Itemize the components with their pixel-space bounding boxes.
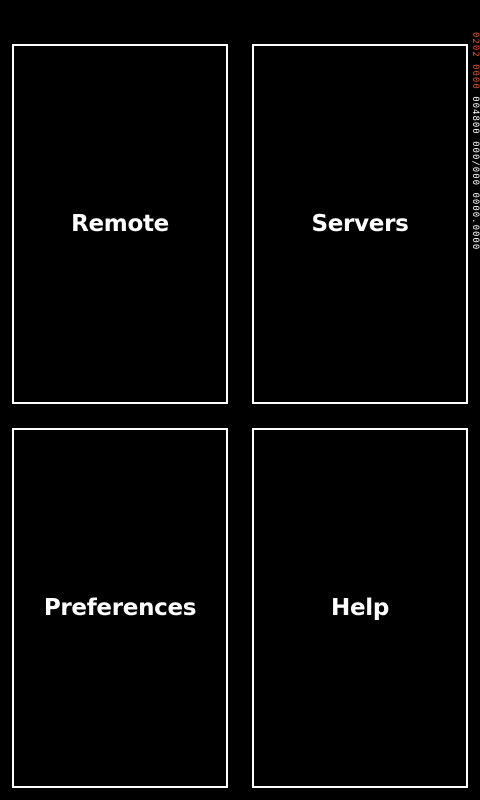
remote-tile-label: Remote <box>71 211 169 237</box>
preferences-tile-label: Preferences <box>43 595 197 621</box>
frame-rate-counter-text: 0202 0000 004800 000/000 0000.0000 <box>470 32 480 250</box>
frame-rate-counter-accent: 0202 0000 <box>470 32 480 90</box>
frame-rate-counter-main: 004800 000/000 0000.0000 <box>470 96 480 251</box>
servers-tile-label: Servers <box>311 211 409 237</box>
servers-tile[interactable]: Servers <box>252 44 468 404</box>
help-tile-label: Help <box>331 595 389 621</box>
help-tile[interactable]: Help <box>252 428 468 788</box>
frame-rate-counter: 0202 0000 004800 000/000 0000.0000 <box>470 32 480 392</box>
remote-tile[interactable]: Remote <box>12 44 228 404</box>
preferences-tile[interactable]: Preferences <box>12 428 228 788</box>
